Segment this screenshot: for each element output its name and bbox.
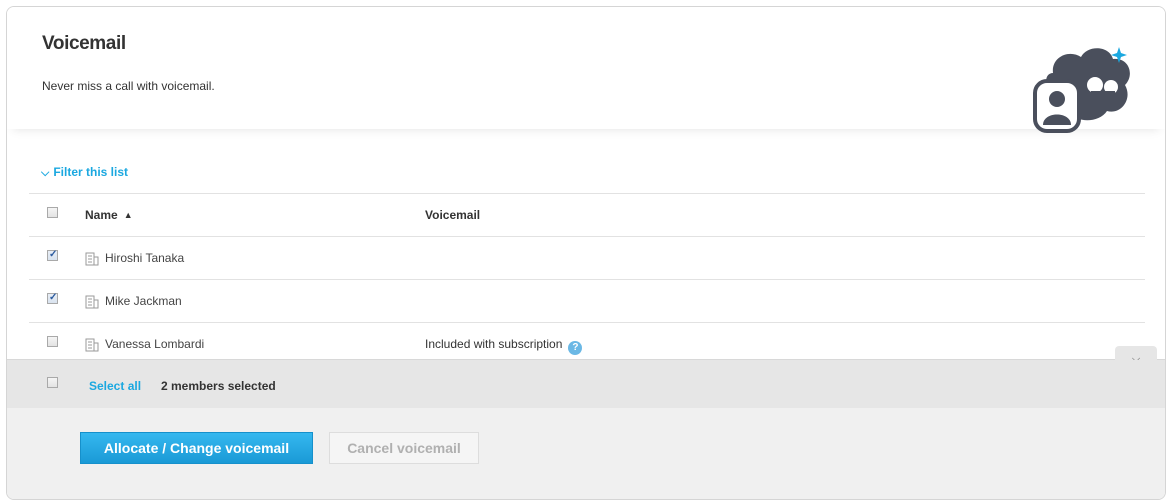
panel-header: Voicemail Never miss a call with voicema… xyxy=(7,7,1165,133)
filter-toggle[interactable]: ⌵ Filter this list xyxy=(41,165,128,180)
table-header-row: Name ▲ Voicemail xyxy=(29,193,1145,236)
header-checkbox[interactable] xyxy=(47,207,58,218)
chevron-down-icon: ⌵ xyxy=(41,167,50,179)
member-name-cell: Hiroshi Tanaka xyxy=(85,237,184,279)
row-checkbox[interactable] xyxy=(47,336,58,347)
select-all-checkbox[interactable] xyxy=(47,377,58,388)
building-icon xyxy=(85,252,99,266)
help-icon[interactable]: ? xyxy=(568,341,583,355)
building-icon xyxy=(85,295,99,309)
table-row: ✓ Mike Jackman xyxy=(29,279,1145,322)
selection-bar: Select all 2 members selected xyxy=(7,360,1165,408)
voicemail-column-header: Voicemail xyxy=(425,208,481,222)
select-all-link[interactable]: Select all xyxy=(89,360,141,412)
row-checkbox[interactable]: ✓ xyxy=(47,292,58,304)
cancel-voicemail-button[interactable]: Cancel voicemail xyxy=(329,432,479,464)
page-title: Voicemail xyxy=(42,33,126,54)
row-checkbox[interactable]: ✓ xyxy=(47,249,58,261)
table-row: ✓ Hiroshi Tanaka xyxy=(29,236,1145,279)
voicemail-illustration-icon xyxy=(1033,47,1130,133)
members-table: Name ▲ Voicemail ✓ Hiroshi Tanaka ✓ Mike … xyxy=(29,193,1145,365)
name-column-header[interactable]: Name ▲ xyxy=(85,194,133,236)
voicemail-panel: Voicemail Never miss a call with voicema… xyxy=(6,6,1166,500)
selected-count-label: 2 members selected xyxy=(161,379,276,393)
member-name-cell: Mike Jackman xyxy=(85,280,182,322)
selection-footer: ⌵ Select all 2 members selected Allocate… xyxy=(7,346,1165,499)
sort-ascending-icon: ▲ xyxy=(123,210,133,220)
filter-label: Filter this list xyxy=(53,165,129,179)
allocate-change-voicemail-button[interactable]: Allocate / Change voicemail xyxy=(80,432,313,464)
building-icon xyxy=(85,338,99,352)
page-subtitle: Never miss a call with voicemail. xyxy=(42,79,215,93)
